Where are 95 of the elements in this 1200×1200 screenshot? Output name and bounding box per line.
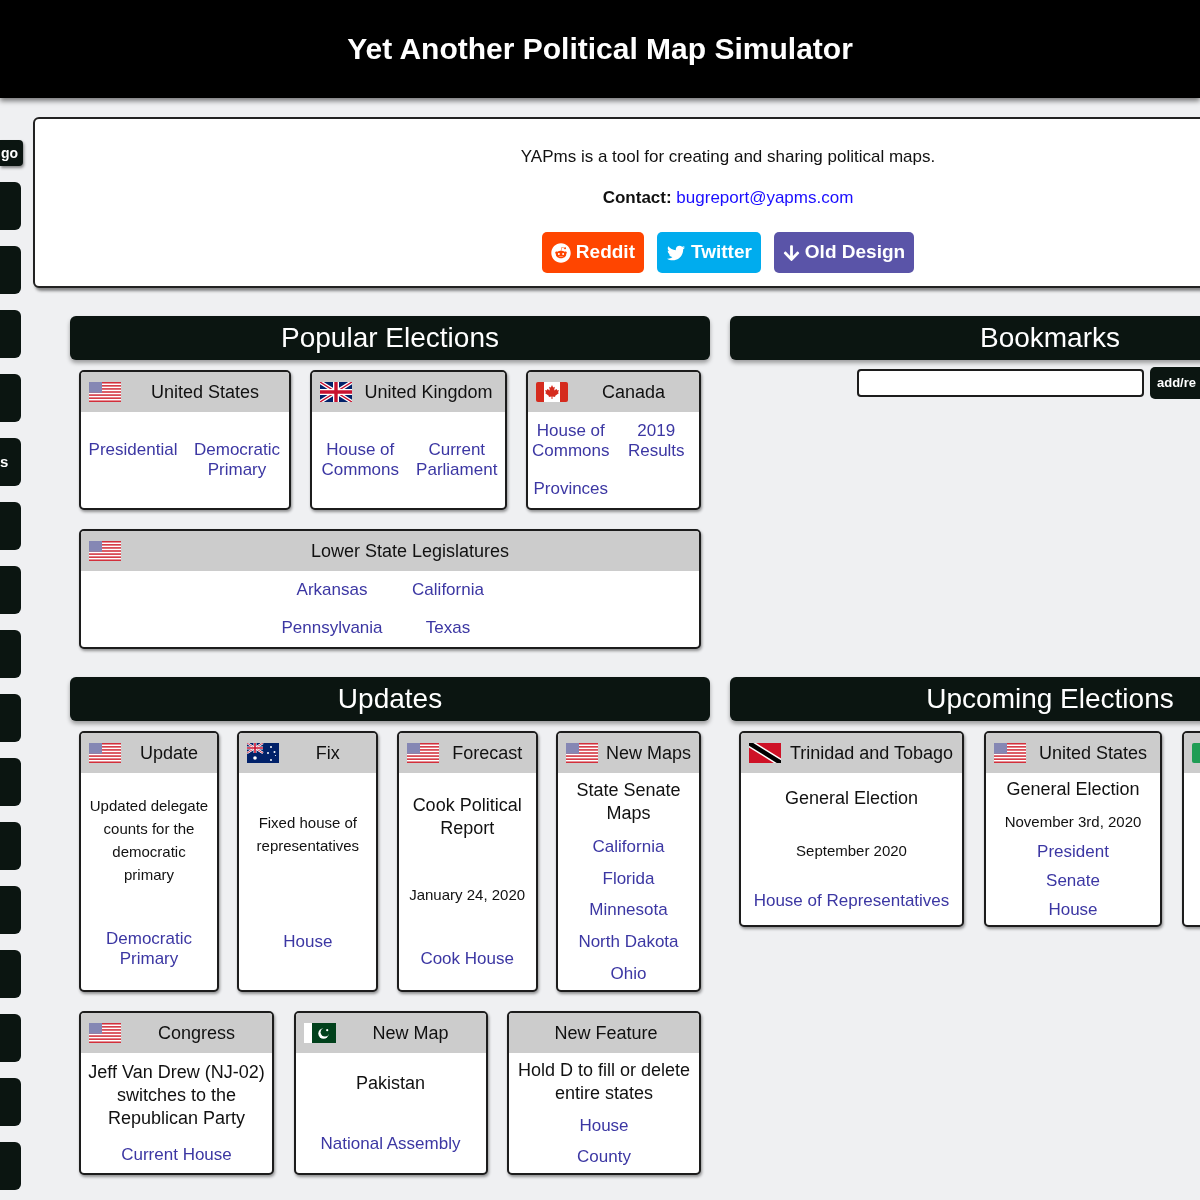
- map-link[interactable]: Current House: [121, 1145, 232, 1166]
- map-link[interactable]: California: [592, 836, 665, 857]
- card-heading: Pakistan: [355, 1072, 425, 1096]
- map-link[interactable]: House: [1048, 900, 1098, 921]
- map-link[interactable]: North Dakota: [578, 932, 679, 953]
- map-link[interactable]: Florida: [602, 868, 655, 889]
- flag-icon: [320, 382, 352, 402]
- card-title: New Maps: [604, 742, 692, 764]
- map-link[interactable]: Texas: [425, 618, 471, 638]
- flag-icon: [247, 743, 280, 763]
- email-link[interactable]: bugreport@yapms.com: [676, 188, 854, 207]
- card-text: Fixed house of representatives: [255, 812, 361, 856]
- card-title: New Map: [371, 1022, 450, 1044]
- sidebar-button[interactable]: [0, 566, 21, 614]
- section-header: Popular Elections: [70, 316, 710, 360]
- map-link[interactable]: House of Commons: [312, 440, 409, 480]
- card-heading: General Election: [784, 787, 919, 811]
- card-heading: Hold D to fill or delete entire states: [516, 1058, 692, 1105]
- card-heading: Cook Political Report: [411, 794, 523, 841]
- flag-icon: [89, 1023, 121, 1043]
- card-heading: General Election: [1006, 777, 1140, 801]
- map-link[interactable]: President: [1037, 841, 1109, 862]
- map-link[interactable]: Minnesota: [589, 900, 668, 921]
- bookmark-input[interactable]: [857, 369, 1144, 397]
- map-link[interactable]: Democratic Primary: [185, 440, 289, 480]
- sidebar-button[interactable]: go: [0, 140, 23, 166]
- section-header: Updates: [70, 677, 710, 721]
- card-title: New Feature: [553, 1022, 659, 1044]
- map-link[interactable]: Arkansas: [296, 580, 368, 600]
- map-link[interactable]: California: [412, 580, 484, 600]
- card-text: January 24, 2020: [409, 885, 526, 905]
- social-button[interactable]: Old Design: [773, 232, 915, 273]
- sidebar-button[interactable]: [0, 374, 21, 422]
- bookmark-button[interactable]: add/re: [1150, 367, 1200, 399]
- map-link[interactable]: Current Parliament: [408, 440, 505, 480]
- card-title: United States: [149, 381, 261, 403]
- map-link[interactable]: House: [579, 1116, 629, 1136]
- map-link[interactable]: Cook House: [420, 948, 514, 969]
- map-link[interactable]: National Assembly: [320, 1133, 461, 1154]
- map-link[interactable]: House of Representatives: [753, 890, 950, 911]
- card-text: November 3rd, 2020: [1004, 811, 1142, 832]
- map-link[interactable]: House of Commons: [528, 421, 614, 461]
- intro-text: YAPms is a tool for creating and sharing political maps.: [520, 146, 936, 168]
- card-title: Trinidad and Tobago: [788, 742, 955, 764]
- sidebar-button[interactable]: [0, 1014, 21, 1062]
- section-header: Bookmarks: [730, 316, 1200, 360]
- map-link[interactable]: Ohio: [610, 964, 647, 985]
- sidebar-button[interactable]: [0, 822, 21, 870]
- sidebar-button[interactable]: [0, 182, 21, 230]
- card-text: September 2020: [796, 841, 907, 861]
- map-link[interactable]: County: [577, 1147, 631, 1168]
- bird-icon: [665, 243, 686, 262]
- sidebar-button[interactable]: [0, 758, 21, 806]
- card-title: Forecast: [451, 742, 524, 764]
- card-title: Congress: [156, 1022, 236, 1044]
- flag-icon: [406, 743, 439, 763]
- sidebar-button[interactable]: [0, 694, 21, 742]
- card-title: Canada: [600, 381, 667, 403]
- sidebar-button[interactable]: [0, 886, 21, 934]
- sidebar-button[interactable]: [0, 1142, 21, 1190]
- map-link[interactable]: 2019 Results: [613, 421, 699, 461]
- card-text: Updated delegate counts for the democratic primary: [88, 796, 210, 886]
- sidebar-button[interactable]: [0, 1078, 21, 1126]
- card-title: United Kingdom: [363, 381, 494, 403]
- card-title: Update: [138, 742, 199, 764]
- flag-icon: [89, 382, 121, 402]
- sidebar-button[interactable]: s: [0, 438, 21, 486]
- flag-icon: [749, 743, 781, 763]
- sidebar-button[interactable]: [0, 630, 21, 678]
- map-link[interactable]: House: [283, 932, 333, 953]
- section-header: Upcoming Elections: [730, 677, 1200, 721]
- flag-icon: [566, 743, 598, 763]
- card-heading: State Senate Maps: [575, 778, 682, 825]
- arrow-down-icon: [782, 243, 800, 262]
- card-title: Lower State Legislatures: [309, 540, 511, 562]
- flag-icon: [303, 1023, 336, 1043]
- sidebar-button[interactable]: [0, 502, 21, 550]
- site-title: Yet Another Political Map Simulator: [347, 31, 853, 67]
- map-link[interactable]: Pennsylvania: [281, 618, 383, 638]
- map-link[interactable]: Senate: [1046, 871, 1100, 892]
- sidebar-button[interactable]: [0, 310, 21, 358]
- card-title: Fix: [314, 742, 341, 764]
- sidebar-button[interactable]: [0, 246, 21, 294]
- map-link[interactable]: Presidential: [88, 440, 178, 460]
- flag-icon: [89, 541, 121, 561]
- flag-icon: [89, 743, 121, 763]
- card-heading: Jeff Van Drew (NJ-02) switches to the Republican Party: [87, 1060, 266, 1130]
- flag-icon: [994, 743, 1026, 763]
- contact-text: Contact: bugreport@yapms.com: [602, 187, 854, 209]
- map-link[interactable]: Democratic Primary: [87, 928, 211, 969]
- map-link[interactable]: Provinces: [533, 479, 609, 499]
- flag-icon: [536, 382, 568, 402]
- card-title: United States: [1037, 742, 1149, 764]
- sidebar-button[interactable]: [0, 950, 21, 998]
- alien-icon: [550, 242, 571, 263]
